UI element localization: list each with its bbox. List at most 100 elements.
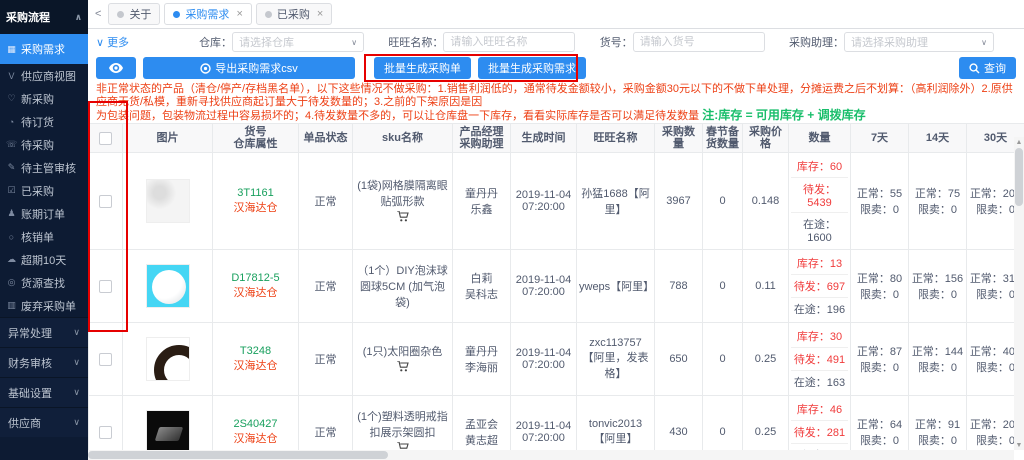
- sidebar-item-核销单[interactable]: ○核销单: [0, 225, 88, 248]
- item-code[interactable]: 3T1161: [215, 187, 296, 199]
- chevron-down-icon: ∨: [981, 38, 987, 47]
- item-code-cell: D17812-5汉海达仓: [213, 250, 299, 323]
- column-header-line: 仓库属性: [215, 138, 296, 150]
- vertical-scroll-thumb[interactable]: [1015, 148, 1023, 206]
- stock-line: 库存：30: [791, 325, 848, 348]
- row-checkbox[interactable]: [99, 195, 112, 208]
- sidebar-item-label: 供应商视图: [21, 68, 76, 84]
- column-header-line: sku名称: [355, 132, 450, 144]
- created-date: 2019-11-04: [513, 274, 574, 286]
- horizontal-scrollbar[interactable]: [88, 450, 1014, 460]
- sales-7d-limited: 限卖：0: [853, 432, 906, 448]
- sidebar-item-超期10天[interactable]: ☁超期10天: [0, 248, 88, 271]
- column-header: 数量: [789, 124, 851, 153]
- purchase-assistant: 黄志超: [455, 432, 508, 448]
- sku-name: （1个）DIY泡沫球圆球5CM (加气泡袋): [355, 262, 450, 310]
- tab-已采购[interactable]: 已采购 ×: [256, 3, 332, 25]
- sales-14d-limited: 限卖：0: [911, 201, 964, 217]
- sidebar-group-财务审核[interactable]: 财务审核∨: [0, 347, 88, 377]
- sales-14d-cell: 正常：144限卖：0: [909, 323, 967, 396]
- sidebar-item-废弃采购单[interactable]: ▥废弃采购单: [0, 294, 88, 317]
- horizontal-scroll-thumb[interactable]: [88, 451, 388, 459]
- close-icon[interactable]: ×: [317, 8, 323, 20]
- sidebar-title[interactable]: 采购流程 ∧: [0, 0, 88, 34]
- item-code[interactable]: T3248: [215, 345, 296, 357]
- sidebar-item-采购需求[interactable]: ▦采购需求: [0, 34, 88, 64]
- product-thumbnail[interactable]: [146, 337, 190, 381]
- product-thumbnail[interactable]: [146, 179, 190, 223]
- row-checkbox[interactable]: [99, 280, 112, 293]
- item-code[interactable]: 2S40427: [215, 418, 296, 430]
- tab-关于[interactable]: 关于: [108, 3, 160, 25]
- filter-wangwang: 旺旺名称：: [388, 32, 575, 52]
- created-date: 2019-11-04: [513, 347, 574, 359]
- pending-line: 待发：5439: [791, 178, 848, 213]
- sales-14d-cell: 正常：156限卖：0: [909, 250, 967, 323]
- tab-采购需求[interactable]: 采购需求×: [164, 3, 251, 25]
- wangwang-input[interactable]: [443, 32, 575, 52]
- batch-create-request-button[interactable]: 批量生成采购需求: [478, 57, 586, 79]
- preview-button[interactable]: [96, 57, 136, 79]
- chevron-down-icon: ∨: [96, 36, 104, 49]
- row-checkbox[interactable]: [99, 353, 112, 366]
- item-code[interactable]: D17812-5: [215, 272, 296, 284]
- quantity-detail-cell: 库存：30待发：491在途：163: [789, 323, 851, 396]
- cart-icon-wrap[interactable]: [355, 211, 450, 225]
- sales-14d-normal: 正常：156: [911, 270, 964, 286]
- created-clock: 07:20:00: [513, 359, 574, 371]
- scroll-up-icon[interactable]: ▲: [1016, 137, 1023, 147]
- cart-icon-wrap[interactable]: [355, 361, 450, 375]
- scroll-down-icon[interactable]: ▼: [1016, 440, 1023, 450]
- export-icon: [200, 63, 211, 74]
- column-header: 春节备货数量: [703, 124, 743, 153]
- column-header-line: 14天: [911, 132, 964, 144]
- sales-7d-limited: 限卖：0: [853, 359, 906, 375]
- export-csv-label: 导出采购需求csv: [215, 60, 298, 76]
- batch-create-po-button[interactable]: 批量生成采购单: [374, 57, 471, 79]
- sidebar-item-待订货[interactable]: ◔待订货: [0, 110, 88, 133]
- batch-create-request-label: 批量生成采购需求: [488, 60, 576, 76]
- sidebar-item-新采购[interactable]: ♡新采购: [0, 87, 88, 110]
- transit-line: 在途：196: [791, 298, 848, 320]
- product-thumbnail[interactable]: [146, 264, 190, 308]
- filter-assistant: 采购助理： 请选择采购助理 ∨: [789, 32, 994, 52]
- created-date: 2019-11-04: [513, 189, 574, 201]
- row-checkbox[interactable]: [99, 426, 112, 439]
- transit-line: 在途：1600: [791, 213, 848, 247]
- query-button[interactable]: 查询: [959, 57, 1016, 79]
- product-manager: 童丹丹: [455, 185, 508, 201]
- sidebar-item-待采购[interactable]: ☏待采购: [0, 133, 88, 156]
- chevron-down-icon: ∨: [351, 38, 357, 47]
- sales-7d-cell: 正常：55限卖：0: [851, 153, 909, 250]
- select-all-checkbox[interactable]: [99, 132, 112, 145]
- table-row: D17812-5汉海达仓正常（1个）DIY泡沫球圆球5CM (加气泡袋)白莉吴科…: [89, 250, 1024, 323]
- more-toggle[interactable]: ∨ 更多: [96, 34, 129, 50]
- sku-name-cell: (1只)太阳圈杂色: [353, 323, 453, 396]
- filter-warehouse: 仓库： 请选择仓库 ∨: [199, 32, 364, 52]
- sidebar-item-账期订单[interactable]: ♟账期订单: [0, 202, 88, 225]
- purchase-request-table: 图片货号仓库属性单品状态sku名称产品经理采购助理生成时间旺旺名称采购数量春节备…: [88, 123, 1024, 460]
- vertical-scrollbar[interactable]: ▲ ▼: [1014, 137, 1024, 450]
- item-no-input[interactable]: [633, 32, 765, 52]
- product-thumbnail[interactable]: [146, 410, 190, 454]
- sidebar-item-已采购[interactable]: ☑已采购: [0, 179, 88, 202]
- sidebar-group-基础设置[interactable]: 基础设置∨: [0, 377, 88, 407]
- sidebar-item-货源查找[interactable]: ◎货源查找: [0, 271, 88, 294]
- assistant-select[interactable]: 请选择采购助理 ∨: [844, 32, 994, 52]
- tab-label: 已采购: [277, 6, 310, 22]
- column-header: 图片: [123, 124, 213, 153]
- warehouse-select[interactable]: 请选择仓库 ∨: [232, 32, 364, 52]
- stock-line: 库存：46: [791, 398, 848, 421]
- sidebar-item-待主管审核[interactable]: ✎待主管审核: [0, 156, 88, 179]
- sidebar-item-供应商视图[interactable]: V供应商视图: [0, 64, 88, 87]
- tab-scroll-left-icon[interactable]: <: [92, 8, 104, 20]
- sidebar-group-供应商[interactable]: 供应商∨: [0, 407, 88, 437]
- close-icon[interactable]: ×: [236, 8, 242, 20]
- toolbar: 导出采购需求csv 批量生成采购单 批量生成采购需求 查询: [88, 53, 1024, 83]
- export-csv-button[interactable]: 导出采购需求csv: [143, 57, 355, 79]
- sales-14d-normal: 正常：75: [911, 185, 964, 201]
- sidebar-group-异常处理[interactable]: 异常处理∨: [0, 317, 88, 347]
- spring-festival-qty-cell: 0: [703, 153, 743, 250]
- sales-14d-limited: 限卖：0: [911, 359, 964, 375]
- notice-line-2: 为包装问题，包装物流过程中容易损坏的；4.待发数量不多的，可以让仓库盘一下库存，…: [96, 109, 1016, 123]
